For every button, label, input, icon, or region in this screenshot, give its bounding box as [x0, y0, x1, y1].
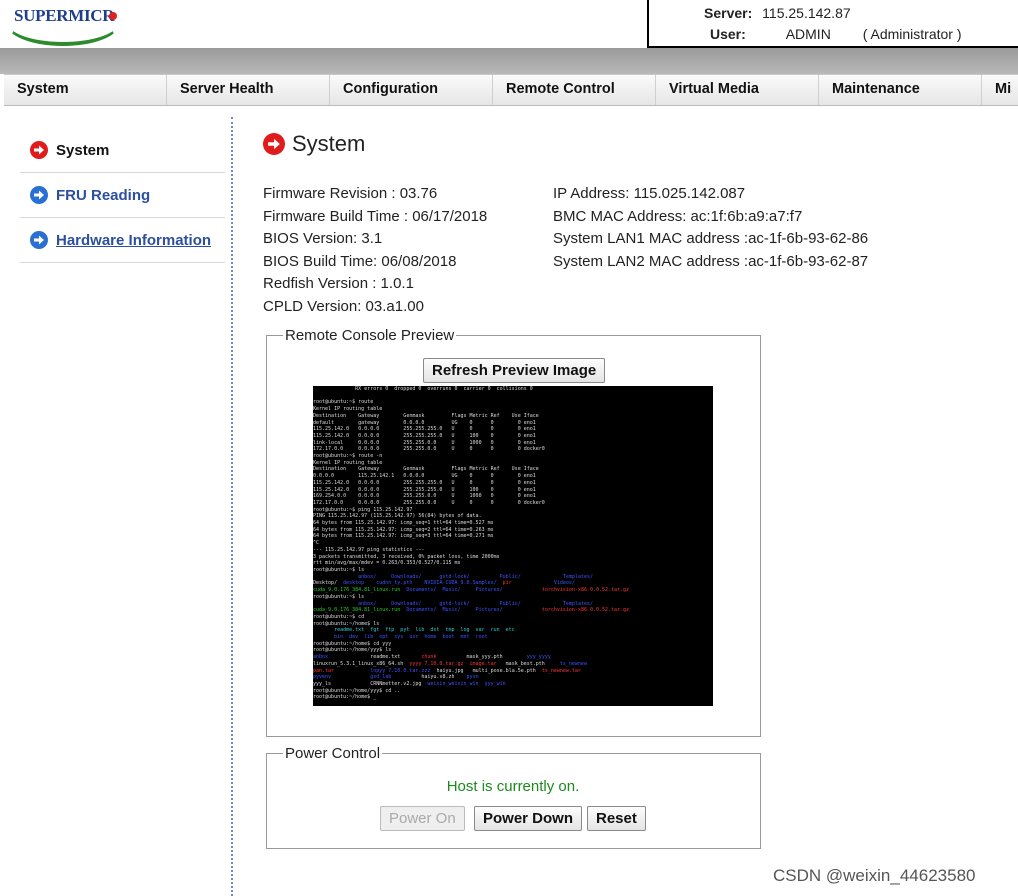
cpld-version: CPLD Version: 03.a1.00 [263, 297, 424, 315]
bios-version: BIOS Version: 3.1 [263, 230, 383, 247]
firmware-info: Firmware Revision : 03.76 Firmware Build… [263, 183, 487, 318]
logo-dot-icon [109, 12, 117, 20]
nav-configuration[interactable]: Configuration [330, 75, 493, 105]
header-band [0, 48, 1018, 74]
sidebar-item-fru-reading[interactable]: FRU Reading [20, 173, 225, 218]
console-preview-image[interactable]: RX errors 0 dropped 0 overruns 0 carrier… [313, 386, 713, 706]
reset-button[interactable]: Reset [587, 806, 646, 831]
network-info: IP Address: 115.025.142.087 BMC MAC Addr… [553, 183, 868, 273]
sidebar-item-label: FRU Reading [56, 186, 151, 204]
server-label: Server: [704, 5, 753, 21]
lan2-mac-address: System LAN2 MAC address :ac-1f-6b-93-62-… [553, 252, 869, 270]
sidebar: System FRU Reading Hardware Information [20, 128, 225, 263]
watermark: CSDN @weixin_44623580 [773, 866, 976, 885]
nav-miscellaneous[interactable]: Mis [982, 75, 1012, 105]
power-control-panel: Power Control [266, 745, 761, 849]
nav-virtual-media[interactable]: Virtual Media [656, 75, 819, 105]
supermicro-logo: SUPERMICR [4, 0, 120, 46]
sidebar-item-hardware-information[interactable]: Hardware Information [20, 218, 225, 263]
nav-maintenance[interactable]: Maintenance [819, 75, 982, 105]
nav-remote-control[interactable]: Remote Control [493, 75, 656, 105]
logo-text: SUPERMICR [14, 6, 115, 25]
arrow-right-icon [30, 231, 48, 249]
power-on-button[interactable]: Power On [380, 806, 465, 831]
sidebar-item-system[interactable]: System [20, 128, 225, 173]
page-title: System [263, 131, 365, 157]
nav-system[interactable]: System [4, 75, 167, 105]
bios-build-time: BIOS Build Time: 06/08/2018 [263, 252, 457, 270]
ip-address: IP Address: 115.025.142.087 [553, 185, 746, 202]
arrow-right-icon [263, 133, 285, 155]
user-role: ( Administrator ) [862, 26, 962, 42]
page-title-text: System [292, 131, 366, 156]
sidebar-divider [231, 117, 233, 896]
server-value: 115.25.142.87 [762, 5, 851, 21]
user-label: User: [710, 26, 746, 42]
firmware-build-time: Firmware Build Time : 06/17/2018 [263, 207, 488, 225]
refresh-preview-button[interactable]: Refresh Preview Image [423, 358, 606, 383]
redfish-version: Redfish Version : 1.0.1 [263, 275, 414, 292]
sidebar-item-label: Hardware Information [56, 231, 212, 249]
lan1-mac-address: System LAN1 MAC address :ac-1f-6b-93-62-… [553, 230, 869, 247]
header: SUPERMICR Server: 115.25.142.87 User: AD… [0, 0, 1018, 48]
preview-legend: Remote Console Preview [285, 327, 455, 344]
arrow-right-icon [30, 141, 48, 159]
server-info-box: Server: 115.25.142.87 User: ADMIN ( Admi… [647, 0, 1018, 48]
user-value: ADMIN [785, 26, 831, 42]
sidebar-item-label: System [56, 141, 110, 159]
power-down-button[interactable]: Power Down [474, 806, 583, 831]
power-legend: Power Control [285, 745, 381, 762]
nav-server-health[interactable]: Server Health [167, 75, 330, 105]
host-status-text: Host is currently on. [446, 778, 580, 795]
arrow-right-icon [30, 186, 48, 204]
bmc-mac-address: BMC MAC Address: ac:1f:6b:a9:a7:f7 [553, 207, 803, 225]
firmware-revision: Firmware Revision : 03.76 [263, 185, 438, 202]
main-nav: System Server Health Configuration Remot… [4, 74, 1018, 106]
